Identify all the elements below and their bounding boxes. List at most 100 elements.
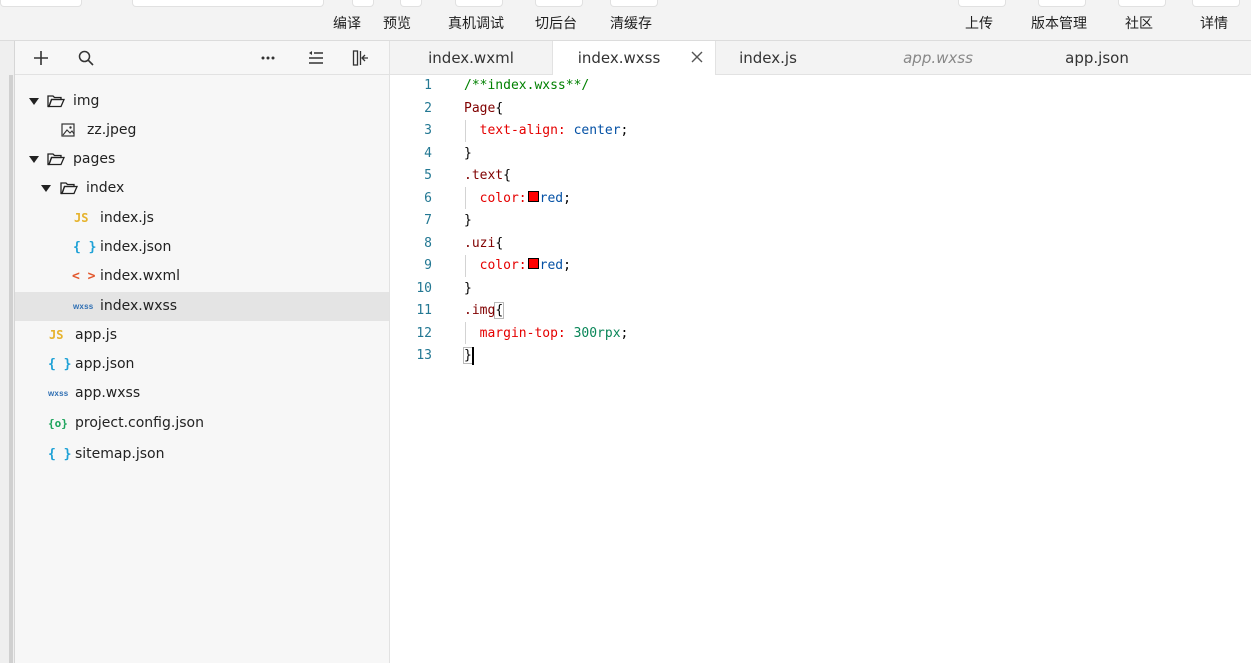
search-button[interactable] [75, 47, 97, 69]
toolbar-stub [535, 0, 583, 7]
toolbar-stub [1118, 0, 1166, 7]
code-line: } [463, 345, 473, 367]
js-file-icon: JS [74, 211, 89, 225]
line-number: 3 [424, 123, 432, 138]
line-number: 12 [416, 325, 432, 341]
tab-label: app.wxss [903, 48, 973, 67]
collapse-all-button[interactable] [305, 47, 327, 69]
code-semicolon: ; [563, 258, 571, 273]
tree-file-index-json[interactable]: { } index.json [15, 233, 389, 262]
tree-item-label: project.config.json [75, 415, 204, 431]
toolbar-stub [400, 0, 422, 7]
json-file-icon: { } [48, 356, 72, 372]
code-line: Page{ [464, 98, 503, 120]
tree-folder-index[interactable]: index [15, 174, 389, 203]
toolbar-stub [0, 0, 82, 7]
tree-file-app-js[interactable]: JS app.js [15, 321, 389, 350]
code-line: color: red; [464, 255, 571, 277]
tab-index-wxml[interactable]: index.wxml [390, 41, 552, 74]
code-line: margin-top: 300rpx; [464, 323, 629, 345]
color-swatch-icon[interactable] [527, 190, 539, 202]
text-cursor [472, 347, 474, 365]
line-number: 8 [424, 235, 432, 251]
resize-handle[interactable] [9, 75, 13, 663]
code-selector: .img [464, 303, 496, 318]
line-number: 7 [424, 213, 432, 228]
tree-item-label: img [73, 93, 100, 109]
code-property: color: [479, 190, 527, 206]
compile-button[interactable]: 编译 [333, 13, 361, 33]
code-semicolon: ; [563, 190, 571, 206]
preview-button[interactable]: 预览 [383, 13, 411, 33]
tab-app-json[interactable]: app.json [1030, 41, 1164, 74]
tree-item-label: index.json [100, 239, 172, 255]
line-number: 4 [424, 145, 432, 161]
toggle-sidebar-button[interactable] [350, 47, 372, 69]
file-explorer: img zz.jpeg pages index JS index.js { } … [15, 75, 390, 663]
tree-file-index-wxss[interactable]: wxss index.wxss [15, 292, 389, 321]
tab-label: app.json [1065, 48, 1129, 67]
line-number: 9 [424, 258, 432, 273]
code-value: red [539, 258, 564, 273]
tree-file-zz-jpeg[interactable]: zz.jpeg [15, 116, 389, 145]
line-number: 5 [424, 168, 432, 183]
tab-index-js[interactable]: index.js [714, 41, 822, 74]
tree-file-app-wxss[interactable]: wxss app.wxss [15, 379, 389, 408]
folder-open-icon [60, 180, 78, 196]
community-button[interactable]: 社区 [1125, 13, 1153, 33]
code-brace: } [464, 145, 472, 161]
tab-label: index.wxml [428, 48, 514, 67]
tree-file-index-js[interactable]: JS index.js [15, 204, 389, 233]
collapse-list-icon [309, 51, 323, 64]
code-value: red [539, 190, 564, 206]
tab-app-wxss[interactable]: app.wxss [870, 41, 1006, 74]
close-icon[interactable] [689, 49, 705, 65]
line-number: 11 [416, 303, 432, 318]
top-toolbar: 编译 预览 真机调试 切后台 清缓存 上传 版本管理 社区 详情 [0, 0, 1251, 41]
wxss-file-icon: wxss [48, 388, 69, 398]
details-button[interactable]: 详情 [1200, 13, 1228, 33]
json-file-icon: { } [73, 239, 97, 255]
tab-label: index.wxss [577, 49, 661, 67]
folder-open-icon [47, 151, 65, 167]
remote-debug-button[interactable]: 真机调试 [448, 13, 504, 33]
code-editor[interactable]: 1 2 3 4 5 6 7 8 9 10 11 12 13 /**index.w… [390, 75, 1251, 663]
code-selector: Page [464, 100, 496, 116]
json-file-icon: { } [48, 446, 72, 462]
code-line: /**index.wxss**/ [464, 75, 589, 97]
sidebar-collapse-icon [352, 50, 368, 66]
code-brace-matched: { [494, 302, 505, 319]
image-file-icon [61, 122, 75, 138]
code-line: .text{ [464, 165, 511, 187]
code-selector: .uzi [464, 235, 496, 251]
explorer-toolbar [15, 41, 390, 75]
chevron-down-icon [29, 98, 39, 105]
tree-file-index-wxml[interactable]: < > index.wxml [15, 262, 389, 291]
tab-index-wxss[interactable]: index.wxss [552, 41, 716, 75]
tree-file-app-json[interactable]: { } app.json [15, 350, 389, 379]
color-swatch-icon[interactable] [527, 258, 539, 269]
code-brace-matched: } [463, 347, 473, 364]
tree-item-label: index.wxss [100, 298, 178, 314]
toolbar-stub [455, 0, 503, 7]
folder-open-icon [47, 93, 65, 109]
upload-button[interactable]: 上传 [965, 13, 993, 33]
tree-folder-pages[interactable]: pages [15, 145, 389, 174]
background-button[interactable]: 切后台 [535, 13, 577, 33]
tree-folder-img[interactable]: img [15, 87, 389, 116]
code-line: } [464, 143, 472, 165]
version-management-button[interactable]: 版本管理 [1031, 13, 1087, 33]
tree-file-sitemap-json[interactable]: { } sitemap.json [15, 440, 389, 469]
chevron-down-icon [29, 156, 39, 163]
code-property: color: [479, 258, 527, 273]
code-selector: .text [464, 168, 504, 183]
tree-file-project-config-json[interactable]: {o} project.config.json [15, 409, 389, 438]
wxss-file-icon: wxss [73, 301, 94, 311]
more-button[interactable] [257, 47, 279, 69]
clear-cache-button[interactable]: 清缓存 [610, 13, 652, 33]
toolbar-stub [1192, 0, 1240, 7]
add-file-button[interactable] [30, 47, 52, 69]
code-brace: { [495, 100, 504, 116]
code-line: .uzi{ [464, 233, 503, 255]
config-file-icon: {o} [48, 416, 68, 430]
